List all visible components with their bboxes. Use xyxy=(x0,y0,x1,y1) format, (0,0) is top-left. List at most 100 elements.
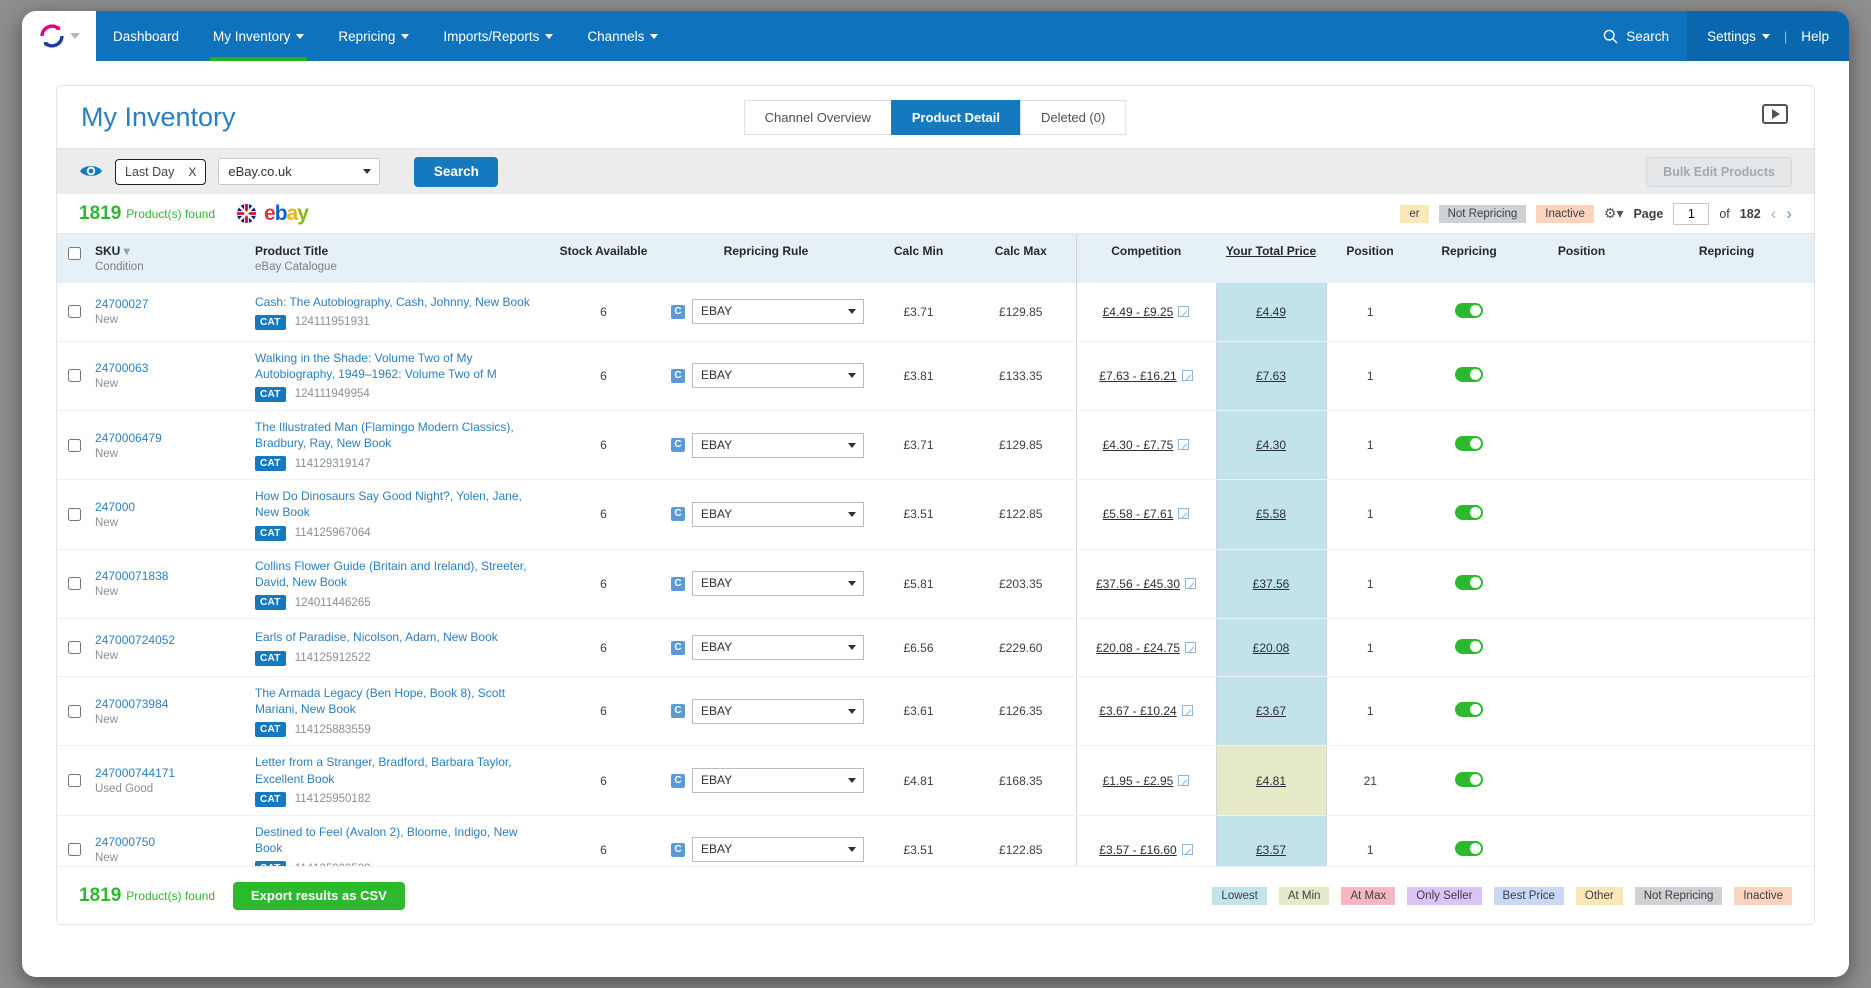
your-total-price-link[interactable]: £37.56 xyxy=(1253,577,1290,591)
global-search-button[interactable]: Search xyxy=(1585,11,1687,61)
sku-link[interactable]: 247000724052 xyxy=(95,633,247,647)
sku-link[interactable]: 24700071838 xyxy=(95,569,247,583)
product-title-link[interactable]: Cash: The Autobiography, Cash, Johnny, N… xyxy=(255,294,542,310)
external-link-icon[interactable] xyxy=(1185,578,1196,589)
your-total-price-link[interactable]: £3.67 xyxy=(1256,704,1286,718)
close-icon[interactable]: X xyxy=(188,165,196,179)
calc-min-cell: £3.81 xyxy=(871,341,966,410)
tab-product-detail[interactable]: Product Detail xyxy=(891,100,1021,135)
channel-select[interactable]: eBay.co.uk xyxy=(218,158,380,185)
product-title-link[interactable]: How Do Dinosaurs Say Good Night?, Yolen,… xyxy=(255,488,542,520)
row-checkbox[interactable] xyxy=(68,577,81,590)
sku-link[interactable]: 24700063 xyxy=(95,361,247,375)
search-button[interactable]: Search xyxy=(414,157,498,187)
export-csv-button[interactable]: Export results as CSV xyxy=(233,882,405,910)
nav-item-help[interactable]: Help xyxy=(1801,29,1829,44)
external-link-icon[interactable] xyxy=(1182,370,1193,381)
repricing-toggle[interactable] xyxy=(1455,303,1483,318)
visibility-eye-icon[interactable] xyxy=(79,163,103,180)
external-link-icon[interactable] xyxy=(1178,306,1189,317)
external-link-icon[interactable] xyxy=(1178,439,1189,450)
repricing-rule-select[interactable]: EBAY xyxy=(692,502,864,527)
repricing-toggle[interactable] xyxy=(1455,841,1483,856)
your-total-price-link[interactable]: £4.30 xyxy=(1256,438,1286,452)
bulk-edit-products-button[interactable]: Bulk Edit Products xyxy=(1646,157,1792,187)
nav-item-imports-reports[interactable]: Imports/Reports xyxy=(426,11,570,61)
product-title-link[interactable]: Collins Flower Guide (Britain and Irelan… xyxy=(255,558,542,590)
nav-item-channels[interactable]: Channels xyxy=(570,11,675,61)
external-link-icon[interactable] xyxy=(1185,642,1196,653)
row-checkbox[interactable] xyxy=(68,705,81,718)
product-title-link[interactable]: Walking in the Shade: Volume Two of My A… xyxy=(255,350,542,382)
repricing-toggle[interactable] xyxy=(1455,367,1483,382)
tab-deleted[interactable]: Deleted (0) xyxy=(1020,100,1126,135)
filter-chip-last-day[interactable]: Last Day X xyxy=(115,159,206,185)
row-checkbox[interactable] xyxy=(68,439,81,452)
col-your-total-price[interactable]: Your Total Price xyxy=(1216,234,1326,283)
sku-link[interactable]: 247000 xyxy=(95,500,247,514)
repricing-rule-select[interactable]: EBAY xyxy=(692,571,864,596)
repricing-toggle[interactable] xyxy=(1455,505,1483,520)
repricing-toggle[interactable] xyxy=(1455,575,1483,590)
your-total-price-link[interactable]: £4.49 xyxy=(1256,305,1286,319)
next-page-button[interactable]: › xyxy=(1786,204,1792,224)
repricing-toggle[interactable] xyxy=(1455,639,1483,654)
repricing-rule-select[interactable]: EBAY xyxy=(692,837,864,862)
repricing-rule-select[interactable]: EBAY xyxy=(692,635,864,660)
prev-page-button[interactable]: ‹ xyxy=(1771,204,1777,224)
video-tutorial-icon[interactable] xyxy=(1762,104,1788,124)
row-checkbox[interactable] xyxy=(68,641,81,654)
competition-range-link[interactable]: £4.49 - £9.25 xyxy=(1103,305,1174,319)
your-total-price-link[interactable]: £3.57 xyxy=(1256,843,1286,857)
app-logo[interactable] xyxy=(22,11,96,61)
nav-item-my-inventory[interactable]: My Inventory xyxy=(196,11,321,61)
repricing-rule-select[interactable]: EBAY xyxy=(692,768,864,793)
competition-range-link[interactable]: £7.63 - £16.21 xyxy=(1099,369,1176,383)
competition-range-link[interactable]: £5.58 - £7.61 xyxy=(1103,507,1174,521)
select-all-checkbox[interactable] xyxy=(68,247,81,260)
page-input[interactable] xyxy=(1673,203,1709,225)
external-link-icon[interactable] xyxy=(1178,508,1189,519)
sku-link[interactable]: 24700027 xyxy=(95,297,247,311)
row-checkbox[interactable] xyxy=(68,369,81,382)
sku-link[interactable]: 24700073984 xyxy=(95,697,247,711)
product-title-link[interactable]: Destined to Feel (Avalon 2), Bloome, Ind… xyxy=(255,824,542,856)
repricing-rule-select[interactable]: EBAY xyxy=(692,433,864,458)
sku-link[interactable]: 2470006479 xyxy=(95,431,247,445)
sku-link[interactable]: 247000744171 xyxy=(95,766,247,780)
row-checkbox[interactable] xyxy=(68,305,81,318)
settings-gear-icon[interactable]: ⚙▾ xyxy=(1604,205,1624,222)
competition-range-link[interactable]: £3.57 - £16.60 xyxy=(1099,843,1176,857)
your-total-price-link[interactable]: £7.63 xyxy=(1256,369,1286,383)
nav-item-dashboard[interactable]: Dashboard xyxy=(96,11,196,61)
nav-item-repricing[interactable]: Repricing xyxy=(321,11,426,61)
competition-range-link[interactable]: £37.56 - £45.30 xyxy=(1096,577,1180,591)
competition-range-link[interactable]: £4.30 - £7.75 xyxy=(1103,438,1174,452)
your-total-price-link[interactable]: £4.81 xyxy=(1256,774,1286,788)
competition-range-link[interactable]: £20.08 - £24.75 xyxy=(1096,641,1180,655)
product-title-link[interactable]: The Armada Legacy (Ben Hope, Book 8), Sc… xyxy=(255,685,542,717)
col-sku[interactable]: SKU ▾ Condition xyxy=(91,234,251,283)
repricing-toggle[interactable] xyxy=(1455,772,1483,787)
your-total-price-link[interactable]: £5.58 xyxy=(1256,507,1286,521)
row-checkbox[interactable] xyxy=(68,843,81,856)
repricing-rule-select[interactable]: EBAY xyxy=(692,363,864,388)
repricing-rule-select[interactable]: EBAY xyxy=(692,699,864,724)
product-title-link[interactable]: Earls of Paradise, Nicolson, Adam, New B… xyxy=(255,629,542,645)
external-link-icon[interactable] xyxy=(1182,844,1193,855)
external-link-icon[interactable] xyxy=(1182,705,1193,716)
repricing-toggle[interactable] xyxy=(1455,436,1483,451)
repricing-rule-select[interactable]: EBAY xyxy=(692,299,864,324)
row-checkbox[interactable] xyxy=(68,774,81,787)
external-link-icon[interactable] xyxy=(1178,775,1189,786)
nav-item-settings[interactable]: Settings xyxy=(1707,29,1770,44)
product-title-link[interactable]: The Illustrated Man (Flamingo Modern Cla… xyxy=(255,419,542,451)
product-title-link[interactable]: Letter from a Stranger, Bradford, Barbar… xyxy=(255,754,542,786)
your-total-price-link[interactable]: £20.08 xyxy=(1253,641,1290,655)
sku-link[interactable]: 247000750 xyxy=(95,835,247,849)
tab-channel-overview[interactable]: Channel Overview xyxy=(744,100,892,135)
row-checkbox[interactable] xyxy=(68,508,81,521)
competition-range-link[interactable]: £1.95 - £2.95 xyxy=(1103,774,1174,788)
repricing-toggle[interactable] xyxy=(1455,702,1483,717)
competition-range-link[interactable]: £3.67 - £10.24 xyxy=(1099,704,1176,718)
